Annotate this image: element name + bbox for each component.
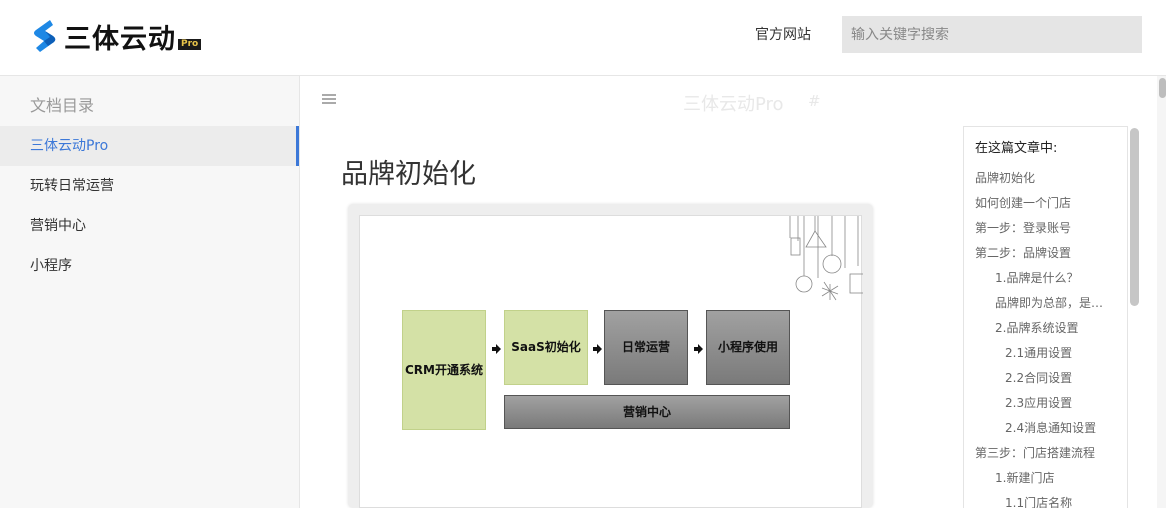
page-scrollbar-thumb[interactable] [1159,78,1166,98]
logo-s-icon [34,20,56,52]
sidebar-item-daily-ops[interactable]: 玩转日常运营 [0,166,299,206]
official-site-link[interactable]: 官方网站 [755,24,811,44]
sidebar: 文档目录 三体云动Pro 玩转日常运营 营销中心 小程序 [0,76,300,508]
toc-item[interactable]: 1.品牌是什么？ [995,269,1078,286]
toc-item[interactable]: 1.新建门店 [995,469,1054,486]
toc-item[interactable]: 第三步：门店搭建流程 [975,444,1095,461]
box-saas-init: SaaS初始化 [504,310,588,385]
toc-item[interactable]: 第一步：登录账号 [975,219,1071,236]
toc-item[interactable]: 如何创建一个门店 [975,194,1071,211]
box-daily-ops: 日常运营 [604,310,688,385]
arrow-right-icon [492,344,501,354]
toc-item[interactable]: 品牌初始化 [975,169,1035,186]
toc-item[interactable]: 第二步：品牌设置 [975,244,1071,261]
page-scrollbar-track[interactable] [1157,76,1166,508]
toc-heading: 在这篇文章中: [975,141,1058,156]
faded-anchor-link[interactable]: # [808,92,821,110]
sidebar-title: 文档目录 [30,96,95,115]
logo-text: 三体云动 [64,23,176,55]
logo[interactable]: 三体云动 Pro [30,16,202,56]
hanging-lamps-decoration [789,216,863,301]
toc-item[interactable]: 2.4消息通知设置 [1005,419,1096,436]
arrow-right-icon [593,344,602,354]
sidebar-item-sanfi-pro[interactable]: 三体云动Pro [0,126,299,166]
process-diagram: CRM开通系统 SaaS初始化 日常运营 小程序使用 营销中心 [359,215,863,508]
page-title: 品牌初始化 [341,159,476,190]
toc-item[interactable]: 品牌即为总部，是… [995,294,1103,311]
toc-item[interactable]: 2.3应用设置 [1005,394,1072,411]
box-marketing-center: 营销中心 [504,395,790,429]
toc-item[interactable]: 1.1门店名称 [1005,494,1072,508]
faded-top-title: 三体云动Pro [683,94,784,115]
sidebar-item-miniapp[interactable]: 小程序 [0,246,299,286]
box-miniapp-use: 小程序使用 [706,310,790,385]
search-input[interactable] [842,16,1142,53]
table-of-contents: 在这篇文章中: 品牌初始化 如何创建一个门店 第一步：登录账号 第二步：品牌设置… [963,126,1128,508]
menu-toggle-icon[interactable] [322,94,337,106]
header: 三体云动 Pro 官方网站 [0,0,1166,76]
toc-item[interactable]: 2.品牌系统设置 [995,319,1078,336]
toc-item[interactable]: 2.1通用设置 [1005,344,1072,361]
arrow-right-icon [694,344,703,354]
toc-item[interactable]: 2.2合同设置 [1005,369,1072,386]
process-diagram-figure: CRM开通系统 SaaS初始化 日常运营 小程序使用 营销中心 [348,204,873,508]
logo-pro-badge: Pro [178,39,202,50]
sidebar-item-marketing[interactable]: 营销中心 [0,206,299,246]
toc-scrollbar[interactable] [1130,128,1139,306]
box-crm-system: CRM开通系统 [402,310,486,430]
